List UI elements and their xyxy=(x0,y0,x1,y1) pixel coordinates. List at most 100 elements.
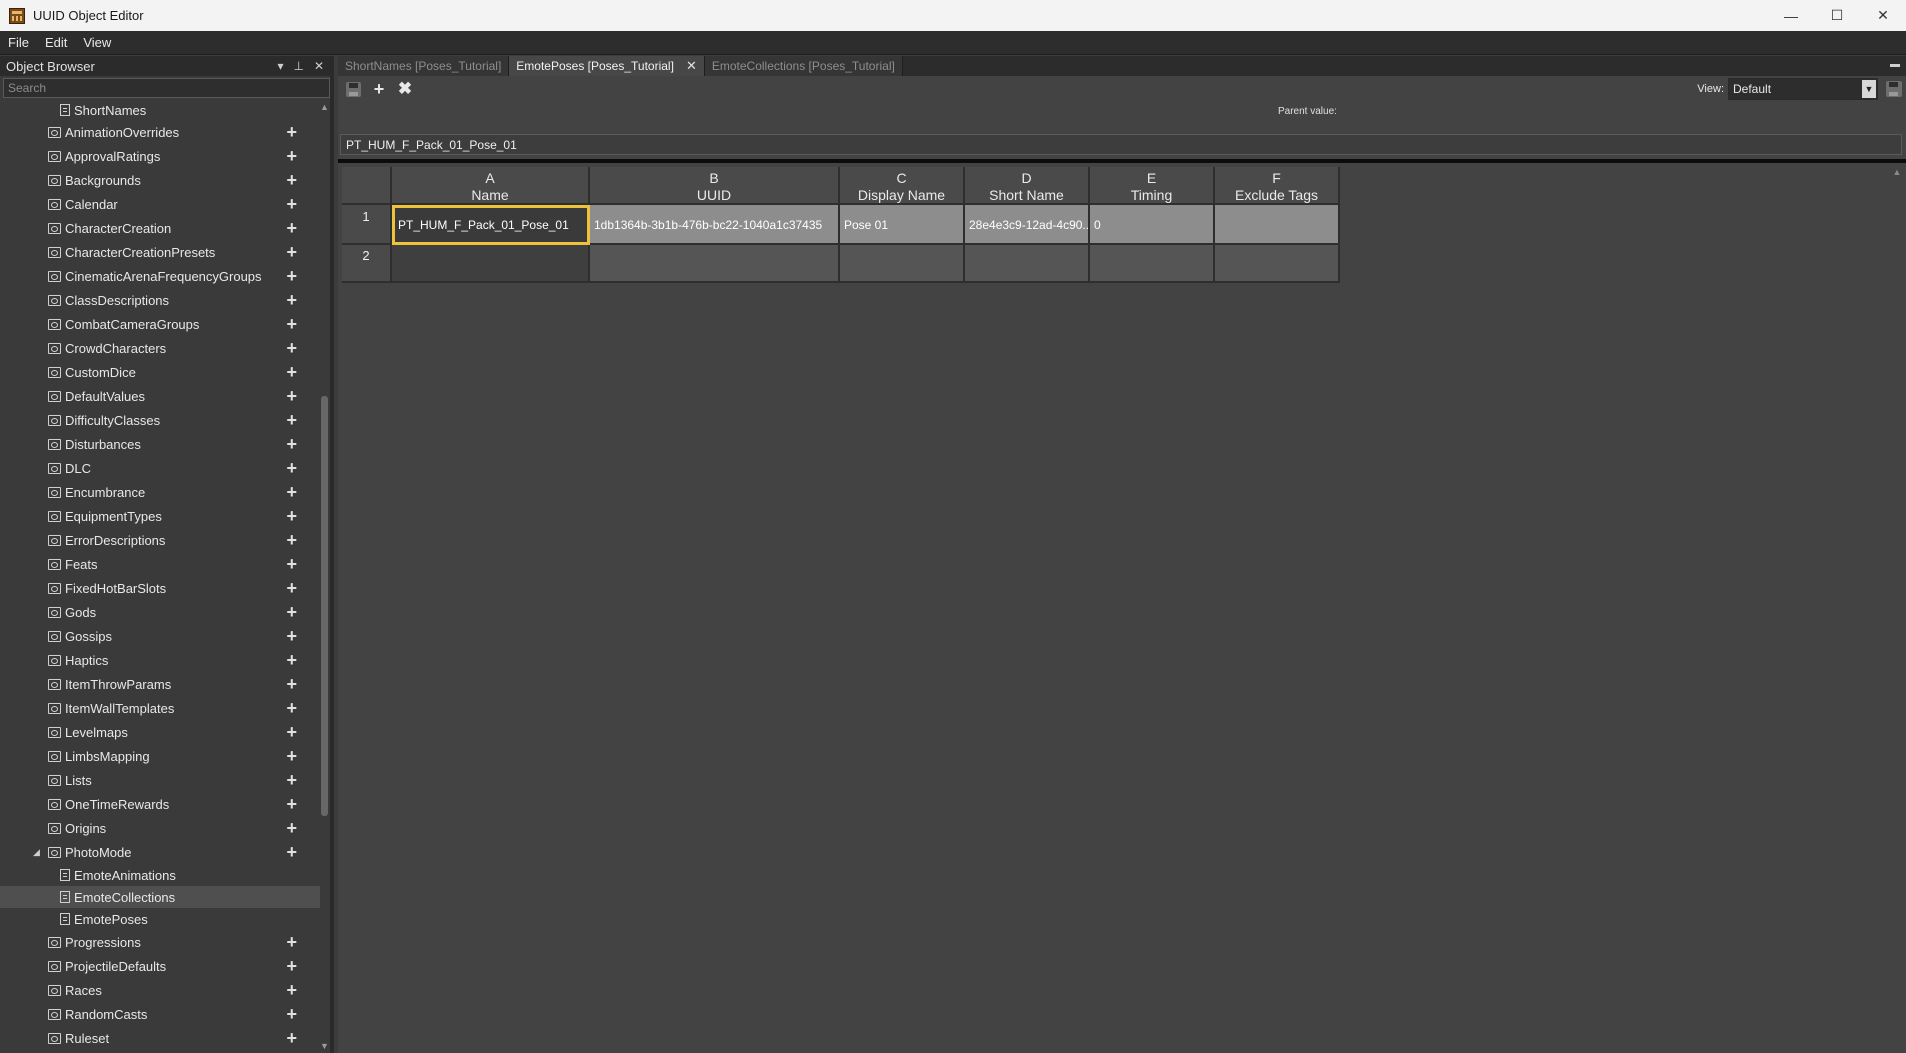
panel-dropdown-icon[interactable]: ▾ xyxy=(277,59,283,73)
add-item-icon[interactable]: + xyxy=(286,1026,297,1050)
pin-icon[interactable]: ⊥ xyxy=(293,59,303,73)
maximize-icon[interactable]: ☐ xyxy=(1814,0,1860,31)
tree-scrollbar[interactable]: ▲ ▼ xyxy=(319,100,330,1053)
add-row-button[interactable]: + xyxy=(370,79,388,99)
menu-file[interactable]: File xyxy=(0,35,37,50)
grid-corner[interactable] xyxy=(342,167,392,205)
table-cell[interactable]: 0 xyxy=(1090,205,1215,245)
add-item-icon[interactable]: + xyxy=(286,312,297,336)
tree-item[interactable]: EmoteAnimations xyxy=(0,864,320,886)
column-header[interactable]: D Short Name xyxy=(965,167,1090,205)
column-header[interactable]: F Exclude Tags xyxy=(1215,167,1340,205)
save-button[interactable] xyxy=(344,80,362,98)
tree-item[interactable]: ShortNames xyxy=(0,100,320,120)
tree-item[interactable]: CharacterCreationPresets + xyxy=(0,240,320,264)
menu-edit[interactable]: Edit xyxy=(37,35,75,50)
tree-item[interactable]: Feats + xyxy=(0,552,320,576)
table-cell[interactable] xyxy=(965,245,1090,283)
tree-item[interactable]: CombatCameraGroups + xyxy=(0,312,320,336)
tree-item[interactable]: Haptics + xyxy=(0,648,320,672)
add-item-icon[interactable]: + xyxy=(286,168,297,192)
table-cell[interactable]: 1db1364b-3b1b-476b-bc22-1040a1c37435 xyxy=(590,205,840,245)
add-item-icon[interactable]: + xyxy=(286,1002,297,1026)
add-item-icon[interactable]: + xyxy=(286,240,297,264)
column-header[interactable]: E Timing xyxy=(1090,167,1215,205)
tree-item[interactable]: Ruleset + xyxy=(0,1026,320,1050)
tree-item[interactable]: ItemWallTemplates + xyxy=(0,696,320,720)
add-item-icon[interactable]: + xyxy=(286,624,297,648)
add-item-icon[interactable]: + xyxy=(286,552,297,576)
tab-emoteposes[interactable]: EmotePoses [Poses_Tutorial] ✕ xyxy=(509,56,705,76)
tree-item[interactable]: CharacterCreation + xyxy=(0,216,320,240)
add-item-icon[interactable]: + xyxy=(286,504,297,528)
tree-item[interactable]: EmoteCollections xyxy=(0,886,320,908)
table-cell[interactable] xyxy=(1090,245,1215,283)
row-header[interactable]: 2 xyxy=(342,245,392,283)
table-cell[interactable]: 28e4e3c9-12ad-4c90... xyxy=(965,205,1090,245)
tree-item[interactable]: Gossips + xyxy=(0,624,320,648)
tree-item[interactable]: Levelmaps + xyxy=(0,720,320,744)
tree-item[interactable]: Calendar + xyxy=(0,192,320,216)
column-header[interactable]: A Name xyxy=(392,167,590,205)
add-item-icon[interactable]: + xyxy=(286,576,297,600)
tree-item[interactable]: AnimationOverrides + xyxy=(0,120,320,144)
tab-list-icon[interactable]: ▬ xyxy=(1890,59,1900,70)
tree-item[interactable]: CrowdCharacters + xyxy=(0,336,320,360)
add-item-icon[interactable]: + xyxy=(286,288,297,312)
tree-item[interactable]: Origins + xyxy=(0,816,320,840)
grid-scroll-up-icon[interactable]: ▲ xyxy=(1892,167,1902,177)
add-item-icon[interactable]: + xyxy=(286,720,297,744)
view-select[interactable]: Default ▼ xyxy=(1728,78,1878,100)
add-item-icon[interactable]: + xyxy=(286,456,297,480)
table-cell[interactable]: Pose 01 xyxy=(840,205,965,245)
tab-close-icon[interactable]: ✕ xyxy=(686,58,697,74)
add-item-icon[interactable]: + xyxy=(286,216,297,240)
minimize-icon[interactable]: — xyxy=(1768,0,1814,31)
add-item-icon[interactable]: + xyxy=(286,792,297,816)
add-item-icon[interactable]: + xyxy=(286,528,297,552)
tree-item[interactable]: Encumbrance + xyxy=(0,480,320,504)
add-item-icon[interactable]: + xyxy=(286,954,297,978)
add-item-icon[interactable]: + xyxy=(286,144,297,168)
tab-emotecollections[interactable]: EmoteCollections [Poses_Tutorial] xyxy=(704,56,903,76)
tree-item[interactable]: LimbsMapping + xyxy=(0,744,320,768)
tree-item[interactable]: ProjectileDefaults + xyxy=(0,954,320,978)
menu-view[interactable]: View xyxy=(75,35,119,50)
column-header[interactable]: B UUID xyxy=(590,167,840,205)
tree-item[interactable]: RandomCasts + xyxy=(0,1002,320,1026)
table-cell[interactable] xyxy=(1215,245,1340,283)
tree-item[interactable]: Races + xyxy=(0,978,320,1002)
scroll-up-icon[interactable]: ▲ xyxy=(319,102,330,112)
tree-item[interactable]: EquipmentTypes + xyxy=(0,504,320,528)
tree-item[interactable]: Backgrounds + xyxy=(0,168,320,192)
add-item-icon[interactable]: + xyxy=(286,408,297,432)
add-item-icon[interactable]: + xyxy=(286,840,297,864)
tree-item[interactable]: OneTimeRewards + xyxy=(0,792,320,816)
add-item-icon[interactable]: + xyxy=(286,480,297,504)
table-cell[interactable] xyxy=(392,245,590,283)
tab-shortnames[interactable]: ShortNames [Poses_Tutorial] xyxy=(338,56,510,76)
tree-item[interactable]: ErrorDescriptions + xyxy=(0,528,320,552)
table-cell[interactable] xyxy=(590,245,840,283)
tree-item[interactable]: DLC + xyxy=(0,456,320,480)
tree-item[interactable]: ClassDescriptions + xyxy=(0,288,320,312)
add-item-icon[interactable]: + xyxy=(286,768,297,792)
table-cell[interactable] xyxy=(840,245,965,283)
current-value-field[interactable]: PT_HUM_F_Pack_01_Pose_01 xyxy=(340,134,1902,155)
add-item-icon[interactable]: + xyxy=(286,384,297,408)
add-item-icon[interactable]: + xyxy=(286,360,297,384)
view-save-icon[interactable] xyxy=(1886,81,1902,97)
add-item-icon[interactable]: + xyxy=(286,432,297,456)
tree-item[interactable]: Gods + xyxy=(0,600,320,624)
tree-item[interactable]: ItemThrowParams + xyxy=(0,672,320,696)
add-item-icon[interactable]: + xyxy=(286,336,297,360)
row-header[interactable]: 1 xyxy=(342,205,392,245)
search-input[interactable] xyxy=(3,78,330,98)
tree-item[interactable]: CustomDice + xyxy=(0,360,320,384)
close-icon[interactable]: ✕ xyxy=(1860,0,1906,31)
tree-item[interactable]: ApprovalRatings + xyxy=(0,144,320,168)
tree-item[interactable]: FixedHotBarSlots + xyxy=(0,576,320,600)
scrollbar-thumb[interactable] xyxy=(321,396,328,816)
add-item-icon[interactable]: + xyxy=(286,192,297,216)
column-header[interactable]: C Display Name xyxy=(840,167,965,205)
